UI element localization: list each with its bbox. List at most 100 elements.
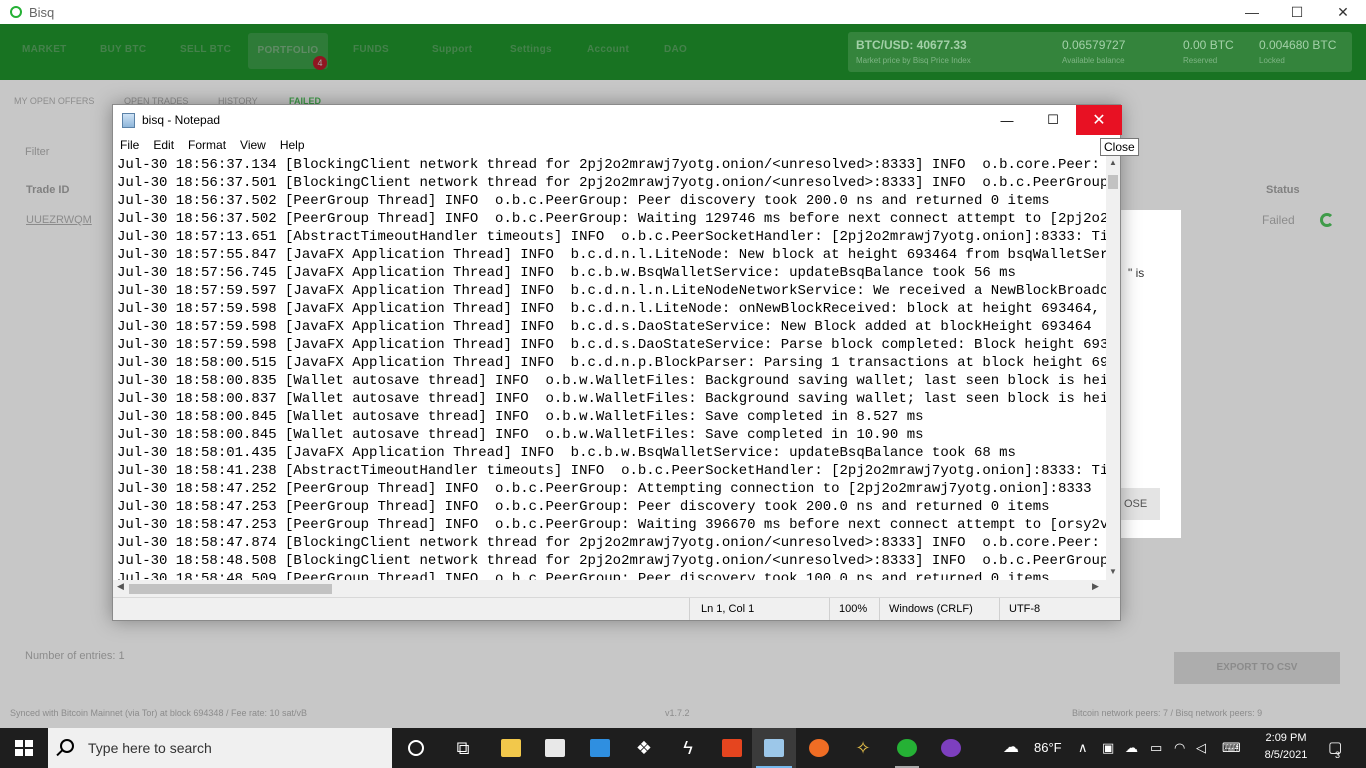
keyboard-icon[interactable]: ⌨ xyxy=(1222,740,1241,756)
notepad-title: bisq - Notepad xyxy=(142,113,221,127)
start-button[interactable] xyxy=(15,740,33,756)
log-line: Jul-30 18:58:00.845 [Wallet autosave thr… xyxy=(117,427,924,443)
log-line: Jul-30 18:57:56.745 [JavaFX Application … xyxy=(117,265,1016,281)
clock-date[interactable]: 8/5/2021 xyxy=(1254,749,1318,761)
volume-icon[interactable]: ◁ xyxy=(1196,740,1206,756)
log-line: Jul-30 18:58:47.253 [PeerGroup Thread] I… xyxy=(117,517,1106,533)
notepad-close-button[interactable]: ✕ xyxy=(1076,105,1122,135)
scroll-down-icon[interactable]: ▼ xyxy=(1106,567,1120,576)
log-line: Jul-30 18:58:01.435 [JavaFX Application … xyxy=(117,445,1016,461)
cortana-icon[interactable] xyxy=(394,728,438,768)
log-line: Jul-30 18:58:00.515 [JavaFX Application … xyxy=(117,355,1106,371)
status-separator xyxy=(829,598,830,620)
taskbar: Type here to search ⧉ ❖ ϟ ✧ ☁ 86°F ∧ ▣ ☁… xyxy=(0,728,1366,768)
log-line: Jul-30 18:58:48.508 [BlockingClient netw… xyxy=(117,553,1106,569)
weather-temperature[interactable]: 86°F xyxy=(1034,740,1062,755)
locked-balance-label: Locked xyxy=(1259,56,1285,65)
wifi-icon[interactable]: ◠ xyxy=(1174,740,1185,756)
menu-edit[interactable]: Edit xyxy=(146,135,181,155)
tor-browser-icon[interactable] xyxy=(929,728,973,768)
btc-usd-price[interactable]: BTC/USD: 40677.33 xyxy=(856,38,967,52)
log-line: Jul-30 18:58:47.252 [PeerGroup Thread] I… xyxy=(117,481,1106,497)
log-line: Jul-30 18:56:37.502 [PeerGroup Thread] I… xyxy=(117,211,1106,227)
log-line: Jul-30 18:57:59.598 [JavaFX Application … xyxy=(117,337,1106,353)
notepad-statusbar: Ln 1, Col 1 100% Windows (CRLF) UTF-8 xyxy=(113,597,1120,620)
dialog-text-fragment: " is xyxy=(1128,266,1145,280)
close-tooltip: Close xyxy=(1100,138,1139,156)
notepad-minimize-button[interactable]: — xyxy=(984,105,1030,135)
available-balance-label: Available balance xyxy=(1062,56,1125,65)
bisq-close-button[interactable]: ✕ xyxy=(1320,0,1366,24)
reserved-balance: 0.00 BTC xyxy=(1183,38,1234,52)
meet-now-icon[interactable]: ▣ xyxy=(1102,740,1114,756)
menu-format[interactable]: Format xyxy=(181,135,233,155)
vertical-scroll-thumb[interactable] xyxy=(1108,175,1118,189)
menu-help[interactable]: Help xyxy=(273,135,312,155)
scroll-left-icon[interactable]: ◀ xyxy=(117,581,124,592)
vertical-scrollbar[interactable]: ▲ ▼ xyxy=(1106,155,1120,580)
task-view-icon[interactable]: ⧉ xyxy=(441,728,485,768)
dropbox-icon[interactable]: ❖ xyxy=(622,728,666,768)
bisq-maximize-button[interactable]: ☐ xyxy=(1274,0,1320,24)
taskbar-search-box[interactable]: Type here to search xyxy=(48,728,392,768)
search-icon xyxy=(60,739,74,753)
bolt-app-icon[interactable]: ϟ xyxy=(666,728,710,768)
scroll-up-icon[interactable]: ▲ xyxy=(1106,158,1120,167)
log-line: Jul-30 18:58:41.238 [AbstractTimeoutHand… xyxy=(117,463,1106,479)
notepad-app-icon xyxy=(122,113,135,128)
price-source: Market price by Bisq Price Index xyxy=(856,56,971,65)
horizontal-scrollbar[interactable]: ◀ ▶ xyxy=(113,580,1106,597)
available-balance: 0.06579727 xyxy=(1062,38,1126,52)
chevron-up-icon[interactable]: ∧ xyxy=(1078,740,1088,756)
clock-time[interactable]: 2:09 PM xyxy=(1254,732,1318,744)
reserved-balance-label: Reserved xyxy=(1183,56,1218,65)
office-icon[interactable] xyxy=(710,728,754,768)
locked-balance: 0.004680 BTC xyxy=(1259,38,1337,52)
log-line: Jul-30 18:58:48.509 [PeerGroup Thread] I… xyxy=(117,571,1050,580)
onedrive-icon[interactable]: ☁ xyxy=(1125,740,1138,756)
firefox-icon[interactable] xyxy=(797,728,841,768)
notepad-titlebar[interactable]: bisq - Notepad — ☐ ✕ xyxy=(113,105,1122,135)
notepad-window: bisq - Notepad — ☐ ✕ File Edit Format Vi… xyxy=(112,104,1122,621)
battery-icon[interactable]: ▭ xyxy=(1150,740,1162,756)
notepad-taskbar-icon[interactable] xyxy=(752,728,796,768)
scrollbar-corner xyxy=(1106,580,1120,597)
horizontal-scroll-thumb[interactable] xyxy=(129,584,332,594)
log-line: Jul-30 18:58:00.845 [Wallet autosave thr… xyxy=(117,409,924,425)
log-line: Jul-30 18:56:37.134 [BlockingClient netw… xyxy=(117,157,1106,173)
search-placeholder: Type here to search xyxy=(88,740,212,756)
status-separator xyxy=(999,598,1000,620)
status-cursor-position: Ln 1, Col 1 xyxy=(701,603,755,615)
status-line-ending: Windows (CRLF) xyxy=(889,603,973,615)
dialog-close-button[interactable]: OSE xyxy=(1120,488,1160,520)
notepad-text-area[interactable]: Jul-30 18:56:37.134 [BlockingClient netw… xyxy=(113,155,1106,580)
log-line: Jul-30 18:58:00.837 [Wallet autosave thr… xyxy=(117,391,1106,407)
log-line: Jul-30 18:56:37.501 [BlockingClient netw… xyxy=(117,175,1106,191)
bisq-logo-icon xyxy=(10,6,22,18)
notepad-menubar: File Edit Format View Help xyxy=(113,135,1120,155)
tools-icon[interactable]: ✧ xyxy=(841,728,885,768)
log-line: Jul-30 18:57:59.597 [JavaFX Application … xyxy=(117,283,1106,299)
bisq-taskbar-icon[interactable] xyxy=(885,728,929,768)
notepad-maximize-button[interactable]: ☐ xyxy=(1030,105,1076,135)
log-line: Jul-30 18:58:47.253 [PeerGroup Thread] I… xyxy=(117,499,1050,515)
log-line: Jul-30 18:57:13.651 [AbstractTimeoutHand… xyxy=(117,229,1106,245)
notification-count: 3 xyxy=(1335,750,1341,760)
bisq-popup-dialog: " is OSE xyxy=(1120,210,1181,538)
menu-file[interactable]: File xyxy=(113,135,146,155)
log-line: Jul-30 18:57:59.598 [JavaFX Application … xyxy=(117,301,1106,317)
weather-icon[interactable]: ☁ xyxy=(1003,737,1019,757)
mail-icon[interactable] xyxy=(578,728,622,768)
status-separator xyxy=(879,598,880,620)
bisq-minimize-button[interactable]: — xyxy=(1229,0,1275,24)
log-line: Jul-30 18:56:37.502 [PeerGroup Thread] I… xyxy=(117,193,1050,209)
store-icon[interactable] xyxy=(533,728,577,768)
log-line: Jul-30 18:57:59.598 [JavaFX Application … xyxy=(117,319,1092,335)
scroll-right-icon[interactable]: ▶ xyxy=(1092,581,1099,592)
log-line: Jul-30 18:58:00.835 [Wallet autosave thr… xyxy=(117,373,1106,389)
file-explorer-icon[interactable] xyxy=(489,728,533,768)
status-encoding: UTF-8 xyxy=(1009,603,1041,615)
log-line: Jul-30 18:58:47.874 [BlockingClient netw… xyxy=(117,535,1106,551)
menu-view[interactable]: View xyxy=(233,135,273,155)
bisq-titlebar: Bisq — ☐ ✕ xyxy=(0,0,1366,24)
